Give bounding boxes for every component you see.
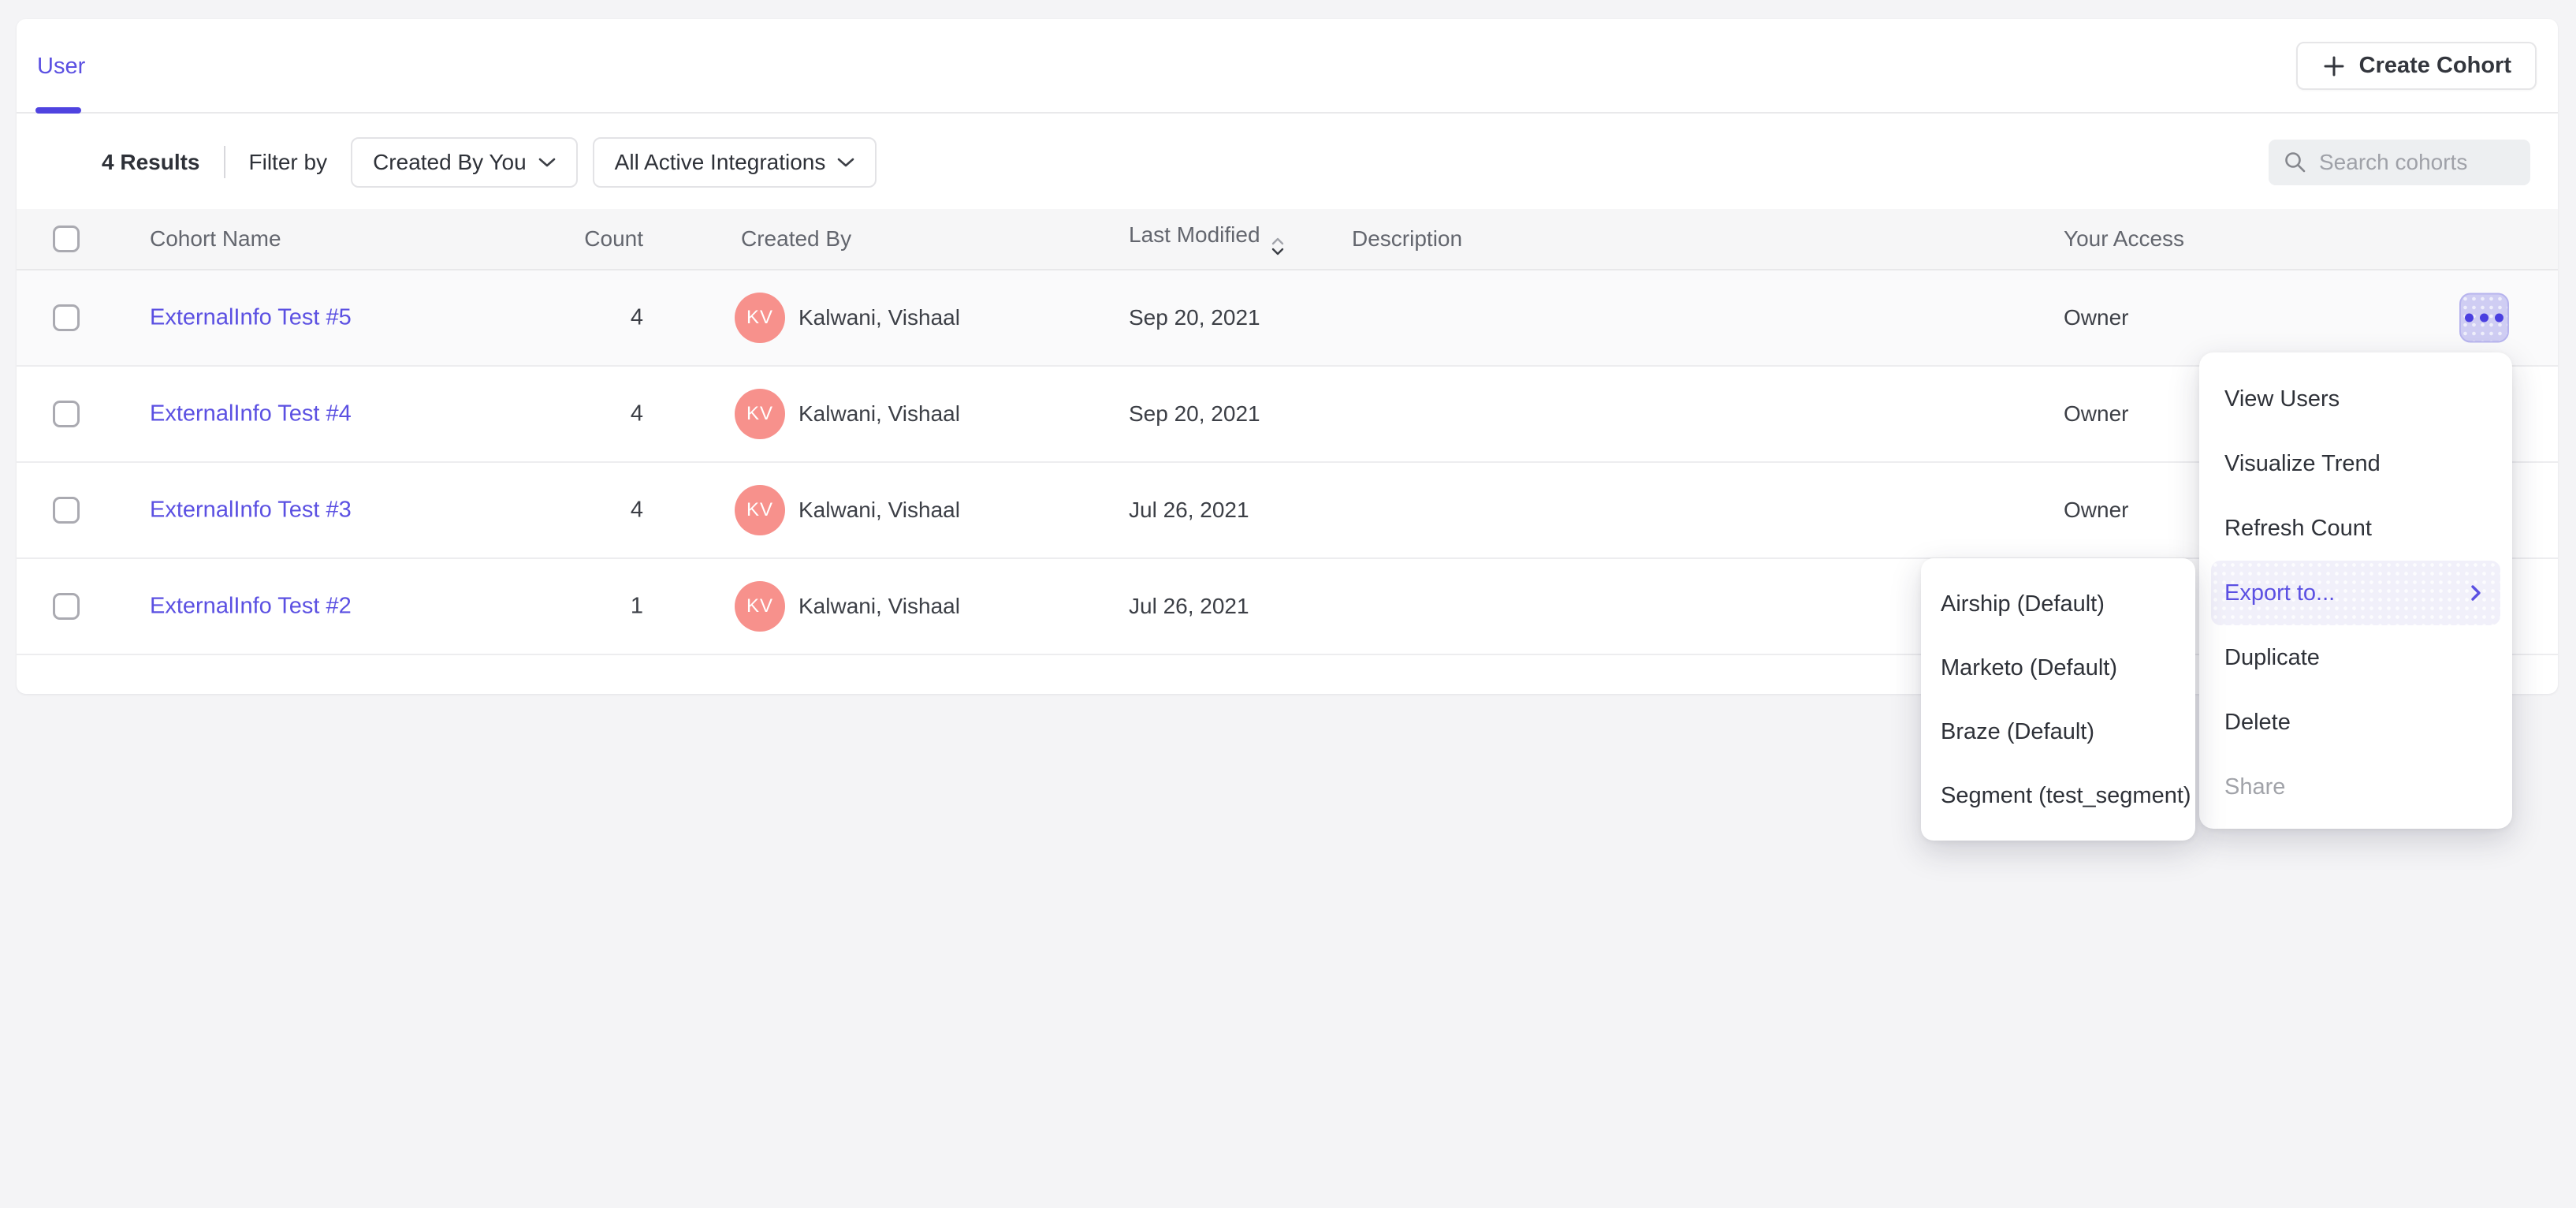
cohort-count: 4: [631, 305, 643, 331]
submenu-item-label: Braze (Default): [1941, 719, 2094, 745]
menu-item-label: Export to...: [2224, 580, 2335, 606]
cohorts-page: { "tabs": { "user_label": "User" }, "hea…: [0, 0, 2576, 1208]
last-modified-label: Last Modified: [1129, 222, 1260, 247]
cohort-count: 4: [631, 498, 643, 524]
chevron-down-icon: [538, 157, 556, 168]
column-header-description: Description: [1352, 226, 1462, 252]
menu-item-label: Visualize Trend: [2224, 451, 2381, 477]
integrations-filter-value: All Active Integrations: [615, 150, 826, 175]
created-by-name: Kalwani, Vishaal: [798, 498, 960, 523]
created-by-name: Kalwani, Vishaal: [798, 305, 960, 330]
access-value: Owner: [2064, 498, 2128, 523]
divider: [224, 146, 225, 178]
integrations-filter-dropdown[interactable]: All Active Integrations: [593, 137, 877, 188]
select-all-checkbox[interactable]: [53, 226, 80, 252]
menu-item-label: Refresh Count: [2224, 516, 2372, 542]
chevron-right-icon: [2470, 584, 2481, 602]
submenu-item-label: Marketo (Default): [1941, 655, 2117, 681]
tab-user[interactable]: User: [35, 19, 87, 114]
filter-bar: 4 Results Filter by Created By You All A…: [17, 115, 2558, 209]
create-cohort-label: Create Cohort: [2359, 53, 2511, 79]
export-to-submenu: Airship (Default) Marketo (Default) Braz…: [1921, 558, 2195, 841]
cohort-name-link[interactable]: ExternalInfo Test #2: [150, 594, 352, 620]
column-header-count: Count: [584, 226, 643, 252]
results-count: 4 Results: [102, 150, 200, 175]
cohort-name-link[interactable]: ExternalInfo Test #4: [150, 401, 352, 427]
avatar: KV: [735, 581, 785, 632]
ellipsis-icon: [2495, 314, 2503, 323]
created-by-filter-dropdown[interactable]: Created By You: [351, 137, 578, 188]
menu-item-label: Share: [2224, 774, 2285, 800]
cohort-name-link[interactable]: ExternalInfo Test #3: [150, 498, 352, 524]
menu-item-delete[interactable]: Delete: [2199, 690, 2512, 755]
last-modified-date: Jul 26, 2021: [1129, 498, 1249, 523]
submenu-item-label: Segment (test_segment): [1941, 783, 2191, 809]
search-cohorts-box: [2269, 140, 2530, 185]
access-value: Owner: [2064, 401, 2128, 427]
search-icon: [2283, 150, 2308, 175]
avatar: KV: [735, 485, 785, 535]
avatar: KV: [735, 389, 785, 439]
menu-item-refresh-count[interactable]: Refresh Count: [2199, 496, 2512, 561]
access-value: Owner: [2064, 305, 2128, 330]
chevron-down-icon: [837, 157, 854, 168]
last-modified-date: Sep 20, 2021: [1129, 305, 1260, 330]
cohort-name-link[interactable]: ExternalInfo Test #5: [150, 305, 352, 331]
tab-user-label: User: [37, 54, 85, 80]
tabs-row: User Create Cohort: [17, 19, 2558, 114]
last-modified-date: Jul 26, 2021: [1129, 594, 1249, 619]
row-checkbox[interactable]: [53, 593, 80, 620]
ellipsis-icon: [2480, 314, 2489, 323]
created-by-filter-value: Created By You: [373, 150, 527, 175]
table-row[interactable]: ExternalInfo Test #4 4 KV Kalwani, Visha…: [17, 367, 2558, 463]
column-header-created-by: Created By: [741, 226, 851, 252]
column-header-your-access: Your Access: [2064, 226, 2184, 252]
row-checkbox[interactable]: [53, 497, 80, 524]
table-row[interactable]: ExternalInfo Test #3 4 KV Kalwani, Visha…: [17, 463, 2558, 559]
plus-icon: [2321, 54, 2347, 79]
table-row[interactable]: ExternalInfo Test #5 4 KV Kalwani, Visha…: [17, 270, 2558, 367]
menu-item-label: Delete: [2224, 710, 2291, 736]
submenu-item-airship[interactable]: Airship (Default): [1921, 572, 2195, 636]
menu-item-label: View Users: [2224, 386, 2340, 412]
menu-item-visualize-trend[interactable]: Visualize Trend: [2199, 431, 2512, 496]
avatar: KV: [735, 293, 785, 343]
menu-item-label: Duplicate: [2224, 645, 2320, 671]
create-cohort-button[interactable]: Create Cohort: [2296, 42, 2537, 90]
row-checkbox[interactable]: [53, 304, 80, 331]
filter-by-label: Filter by: [249, 150, 328, 175]
search-cohorts-input[interactable]: [2319, 150, 2576, 175]
submenu-item-marketo[interactable]: Marketo (Default): [1921, 636, 2195, 700]
table-header-row: Cohort Name Count Created By Last Modifi…: [17, 209, 2558, 270]
created-by-name: Kalwani, Vishaal: [798, 594, 960, 619]
created-by-name: Kalwani, Vishaal: [798, 401, 960, 427]
last-modified-date: Sep 20, 2021: [1129, 401, 1260, 427]
cohort-count: 1: [631, 594, 643, 620]
menu-item-view-users[interactable]: View Users: [2199, 367, 2512, 431]
row-checkbox[interactable]: [53, 401, 80, 427]
submenu-item-label: Airship (Default): [1941, 591, 2105, 617]
sort-icon[interactable]: [1271, 237, 1284, 255]
more-actions-button[interactable]: [2459, 293, 2509, 343]
column-header-last-modified[interactable]: Last Modified: [1129, 222, 1284, 255]
submenu-item-segment[interactable]: Segment (test_segment): [1921, 764, 2195, 828]
column-header-cohort-name: Cohort Name: [150, 226, 281, 252]
cohort-count: 4: [631, 401, 643, 427]
menu-item-duplicate[interactable]: Duplicate: [2199, 625, 2512, 690]
menu-item-export-to[interactable]: Export to...: [2211, 561, 2500, 625]
active-tab-underline: [35, 107, 81, 114]
row-actions-context-menu: View Users Visualize Trend Refresh Count…: [2199, 352, 2512, 829]
ellipsis-icon: [2465, 314, 2474, 323]
submenu-item-braze[interactable]: Braze (Default): [1921, 700, 2195, 764]
menu-item-share: Share: [2199, 755, 2512, 819]
